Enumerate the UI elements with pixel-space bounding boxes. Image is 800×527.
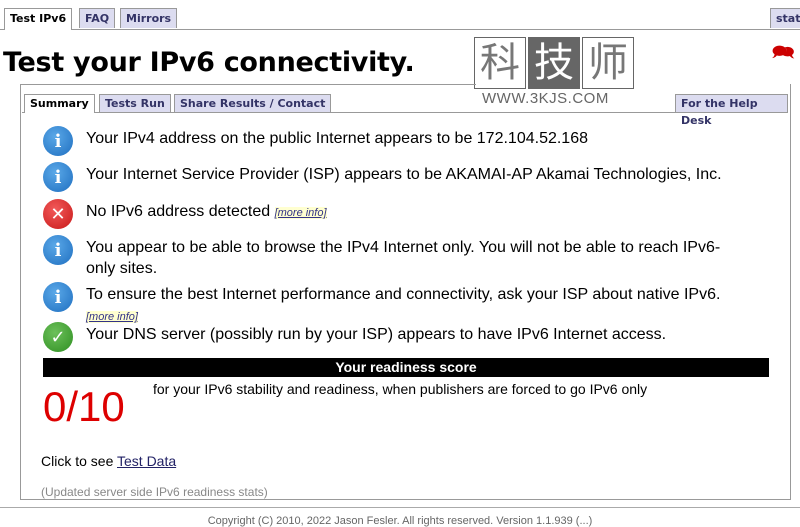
tab-stats[interactable]: stats — [770, 8, 800, 28]
tab-mirrors[interactable]: Mirrors — [120, 8, 178, 28]
readiness-score: 0/10 — [43, 383, 125, 430]
result-item: i Your IPv4 address on the public Interne… — [43, 126, 746, 156]
footer-copyright: Copyright (C) 2010, 2022 Jason Fesler. A… — [207, 515, 593, 527]
translate-icon[interactable]: 🗪 — [772, 40, 794, 70]
more-info-link[interactable]: [more info] — [274, 207, 327, 219]
tab-faq[interactable]: FAQ — [79, 8, 116, 28]
readiness-description: for your IPv6 stability and readiness, w… — [153, 381, 648, 397]
info-icon: i — [43, 162, 73, 192]
info-icon: i — [43, 235, 73, 265]
tab-tests-run[interactable]: Tests Run — [99, 94, 171, 112]
readiness-heading: Your readiness score — [43, 358, 769, 377]
check-icon: ✓ — [43, 322, 73, 352]
result-item: ✕ No IPv6 address detected [more info] — [43, 199, 746, 229]
result-text: No IPv6 address detected — [86, 203, 271, 220]
result-item: i You appear to be able to browse the IPv… — [43, 235, 746, 279]
logo-char: 技 — [528, 37, 580, 89]
top-tab-bar: Test IPv6 FAQ Mirrors stats — [0, 8, 800, 30]
result-item: ✓ Your DNS server (possibly run by your I… — [43, 322, 746, 352]
tab-test-ipv6[interactable]: Test IPv6 — [4, 8, 73, 30]
tab-help-desk[interactable]: For the Help Desk — [675, 94, 788, 127]
result-text: You appear to be able to browse the IPv4… — [86, 239, 721, 277]
updated-stats-link[interactable]: (Updated server side IPv6 readiness stat… — [41, 485, 268, 499]
watermark-logo: 科 技 师 — [474, 37, 634, 89]
test-data-line: Click to see Test Data — [41, 453, 176, 469]
sub-tab-bar: Summary Tests Run Share Results / Contac… — [22, 94, 788, 127]
logo-char: 师 — [582, 37, 634, 89]
tab-summary[interactable]: Summary — [24, 94, 95, 113]
tab-share-results[interactable]: Share Results / Contact — [174, 94, 332, 112]
result-text: Your IPv4 address on the public Internet… — [86, 130, 588, 147]
page-title: Test your IPv6 connectivity. — [3, 47, 415, 78]
result-text: Your DNS server (possibly run by your IS… — [86, 326, 667, 343]
result-text: To ensure the best Internet performance … — [86, 286, 721, 303]
result-text: Your Internet Service Provider (ISP) app… — [86, 166, 722, 183]
test-data-link[interactable]: Test Data — [117, 453, 176, 469]
result-item: i Your Internet Service Provider (ISP) ap… — [43, 162, 746, 192]
logo-char: 科 — [474, 37, 526, 89]
info-icon: i — [43, 282, 73, 312]
error-icon: ✕ — [43, 199, 73, 229]
footer-divider — [0, 507, 800, 508]
test-data-prefix: Click to see — [41, 453, 117, 469]
info-icon: i — [43, 126, 73, 156]
